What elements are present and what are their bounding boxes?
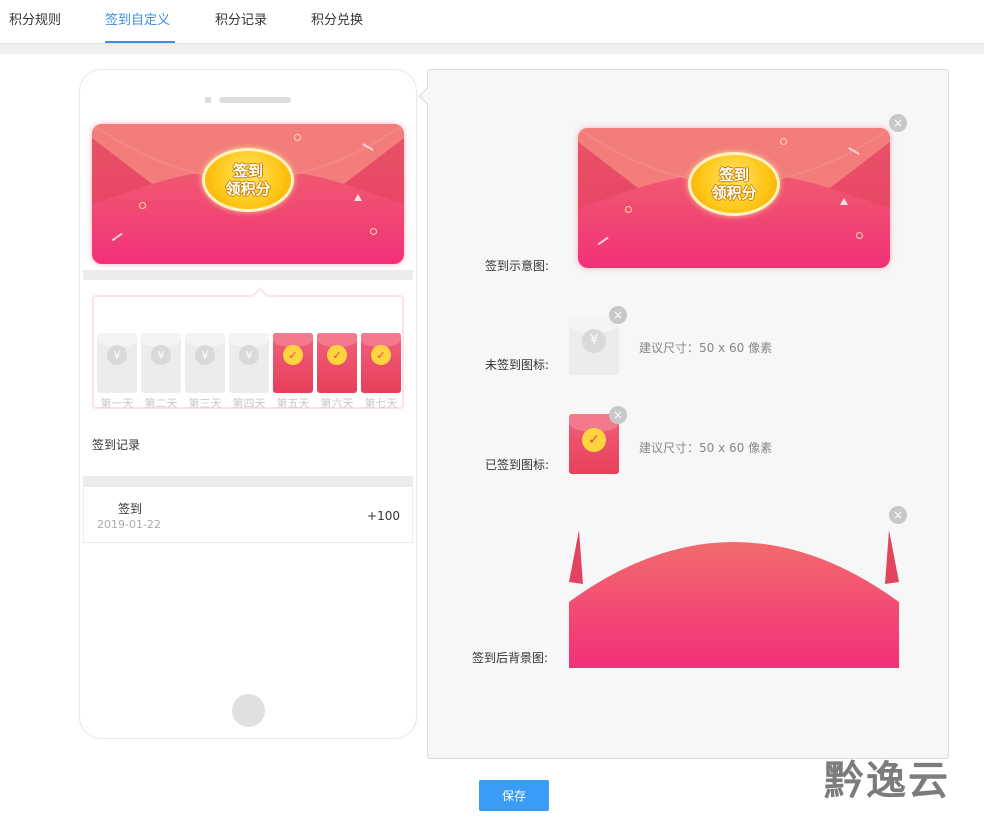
- record-row: 签到 2019-01-22 +100: [83, 486, 413, 543]
- day-item: ✓ 第六天: [317, 333, 357, 410]
- preview-image[interactable]: 签到 领积分: [578, 128, 890, 268]
- record-date: 2019-01-22: [97, 518, 161, 531]
- day-item: ¥ 第四天: [229, 333, 269, 410]
- day-label: 第一天: [100, 397, 134, 410]
- day-item: ¥ 第二天: [141, 333, 181, 410]
- unchecked-envelope-icon: ¥: [185, 333, 225, 393]
- remove-unchecked-close-icon[interactable]: ×: [609, 306, 627, 324]
- checkmark-icon: ✓: [283, 345, 303, 365]
- checkmark-icon: ✓: [327, 345, 347, 365]
- day-item: ¥ 第三天: [185, 333, 225, 410]
- yen-icon: ¥: [195, 345, 215, 365]
- home-button: [232, 694, 265, 727]
- unchecked-envelope-icon: ¥: [97, 333, 137, 393]
- checkin-banner: 签到 领积分: [92, 124, 404, 264]
- checkmark-icon: ✓: [582, 428, 606, 452]
- yen-icon: ¥: [151, 345, 171, 365]
- checked-icon-label: 已签到图标:: [485, 458, 550, 472]
- remove-preview-close-icon[interactable]: ×: [889, 114, 907, 132]
- watermark-logo: 黔逸云: [824, 758, 950, 804]
- day-label: 第七天: [364, 397, 398, 410]
- tab-points-rules[interactable]: 积分规则: [9, 9, 61, 43]
- unchecked-icon-label: 未签到图标:: [485, 358, 550, 372]
- divider-strip: [0, 44, 984, 54]
- unchecked-size-hint: 建议尺寸：50 x 60 像素: [639, 341, 773, 355]
- tab-checkin-custom[interactable]: 签到自定义: [105, 9, 175, 43]
- preview-label: 签到示意图:: [485, 259, 550, 273]
- day-label: 第六天: [320, 397, 354, 410]
- checked-envelope-icon: ✓: [273, 333, 313, 393]
- section-divider: [83, 270, 413, 280]
- unchecked-envelope-icon: ¥: [141, 333, 181, 393]
- background-image[interactable]: [569, 522, 899, 668]
- checked-envelope-icon: ✓: [361, 333, 401, 393]
- checked-size-hint: 建议尺寸：50 x 60 像素: [639, 441, 773, 455]
- yen-icon: ¥: [239, 345, 259, 365]
- day-item: ¥ 第一天: [97, 333, 137, 410]
- unchecked-envelope-icon: ¥: [229, 333, 269, 393]
- checked-envelope-icon: ✓: [317, 333, 357, 393]
- tab-bar: 积分规则 签到自定义 积分记录 积分兑换: [0, 0, 984, 44]
- deco-circle: [139, 202, 146, 209]
- day-label: 第二天: [144, 397, 178, 410]
- record-points: +100: [367, 509, 400, 523]
- day-label: 第三天: [188, 397, 222, 410]
- records-title: 签到记录: [92, 438, 141, 452]
- day-label: 第四天: [232, 397, 266, 410]
- unchecked-envelope-icon[interactable]: ¥: [569, 315, 619, 375]
- day-item: ✓ 第七天: [361, 333, 401, 410]
- yen-icon: ¥: [582, 329, 606, 353]
- tab-points-records[interactable]: 积分记录: [215, 9, 267, 43]
- remove-checked-close-icon[interactable]: ×: [609, 406, 627, 424]
- deco-circle: [294, 134, 301, 141]
- yen-icon: ¥: [107, 345, 127, 365]
- background-label: 签到后背景图:: [472, 651, 549, 665]
- record-name: 签到: [118, 502, 143, 516]
- seven-day-tracker: ¥ 第一天 ¥ 第二天 ¥ 第三天 ¥ 第四天 ✓ 第五天 ✓ 第六天 ✓ 第七天: [92, 287, 404, 410]
- checkin-coin-badge: 签到 领积分: [202, 148, 294, 212]
- remove-background-close-icon[interactable]: ×: [889, 506, 907, 524]
- checkmark-icon: ✓: [371, 345, 391, 365]
- checkin-coin-badge: 签到 领积分: [688, 152, 780, 216]
- phone-preview: 签到 领积分 ¥ 第一天 ¥ 第二天 ¥ 第三天 ¥ 第四天 ✓ 第五天 ✓ 第六天 ✓ 第七天 签到记录…: [79, 69, 417, 739]
- deco-triangle: [354, 194, 362, 201]
- section-divider: [83, 476, 413, 486]
- settings-panel: 签到示意图: 签到 领积分 × 未签到图标: ¥ × 建议尺寸：50 x 60 …: [418, 69, 949, 759]
- deco-circle: [370, 228, 377, 235]
- speaker-bar: [219, 97, 291, 103]
- save-button[interactable]: 保存: [479, 780, 549, 811]
- day-label: 第五天: [276, 397, 310, 410]
- camera-dot: [205, 97, 211, 103]
- day-item: ✓ 第五天: [273, 333, 313, 410]
- tab-points-exchange[interactable]: 积分兑换: [311, 9, 363, 43]
- checked-envelope-icon[interactable]: ✓: [569, 414, 619, 474]
